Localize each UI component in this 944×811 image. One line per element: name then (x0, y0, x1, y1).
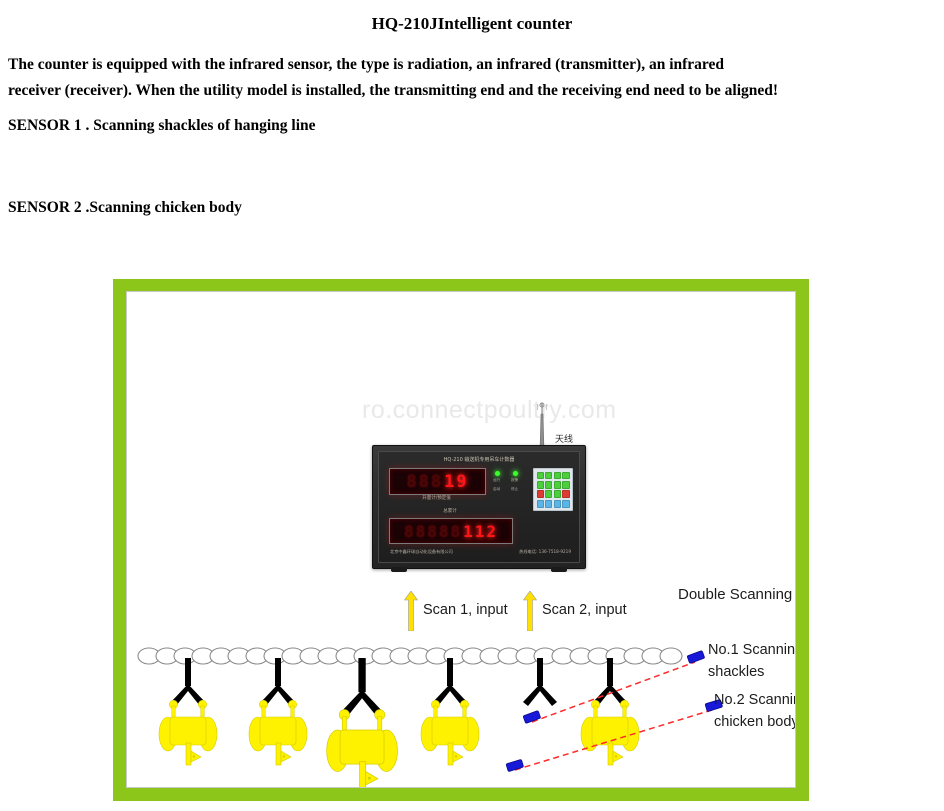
empty-shackle-unit (523, 658, 557, 706)
sensor1-callout-line2: shackles (708, 664, 765, 680)
illustration-canvas: ro.connectpoultry.com 天线 HQ-210 输送机专用吊车计… (126, 291, 796, 788)
conveyor-diagram (137, 647, 723, 787)
sensor2-callout-line1: No.2 Scanning (714, 692, 795, 708)
chicken-shackle-unit (580, 657, 640, 766)
conveyor-chain (137, 647, 683, 665)
intro-paragraph: The counter is equipped with the infrare… (8, 52, 930, 104)
sensor-block-receiver-1 (687, 650, 705, 664)
chicken-shackle-unit (326, 657, 399, 787)
illustration-frame: ro.connectpoultry.com 天线 HQ-210 输送机专用吊车计… (113, 279, 809, 801)
chicken-shackle-unit (248, 657, 308, 766)
sensor-block-transmitter-1 (523, 710, 541, 724)
intro-line-2: receiver (receiver). When the utility mo… (8, 82, 779, 99)
sensor2-heading: SENSOR 2 .Scanning chicken body (8, 199, 242, 216)
illustration-scene: ro.connectpoultry.com 天线 HQ-210 输送机专用吊车计… (127, 292, 796, 787)
document-page: HQ-210JIntelligent counter The counter i… (0, 0, 944, 811)
sensor1-heading: SENSOR 1 . Scanning shackles of hanging … (8, 117, 316, 134)
sensor1-callout-line1: No.1 Scanning (708, 642, 796, 658)
intro-line-1: The counter is equipped with the infrare… (8, 56, 725, 73)
chicken-shackle-unit (420, 657, 480, 766)
sensor2-callout-line2: chicken body (714, 714, 796, 730)
sensor1-callout: No.1 Scanning shackles (708, 639, 796, 683)
sensor-block-transmitter-2 (505, 759, 524, 772)
sensor2-callout: No.2 Scanning chicken body (714, 689, 796, 733)
page-title: HQ-210JIntelligent counter (371, 14, 573, 33)
chicken-shackle-unit (158, 657, 218, 766)
